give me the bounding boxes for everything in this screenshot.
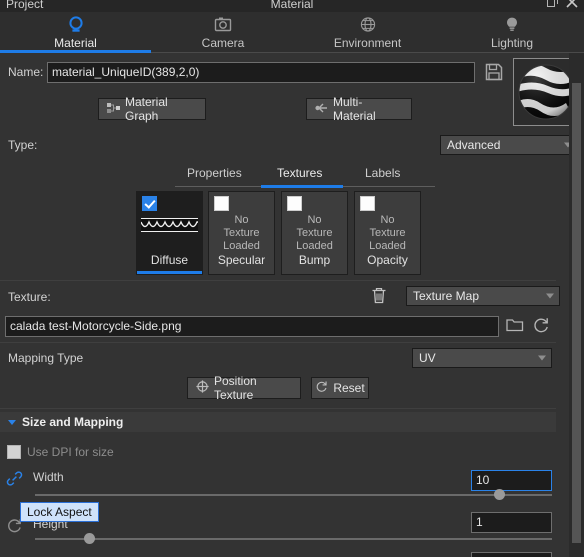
subtab-labels[interactable]: Labels [365,166,400,180]
height-slider-track[interactable] [35,538,552,540]
close-window-icon[interactable] [566,0,578,11]
lock-aspect-tooltip: Lock Aspect [20,502,99,522]
multi-material-label: Multi-Material [333,95,376,123]
material-type-select[interactable]: Advanced [440,135,578,155]
reset-mapping-button[interactable]: Reset [311,377,369,399]
subtab-properties[interactable]: Properties [187,166,242,180]
texture-slot-diffuse-label: Diffuse [150,253,189,267]
mapping-type-label: Mapping Type [8,351,84,365]
use-dpi-checkbox[interactable] [7,445,21,459]
node-graph-icon [107,102,120,117]
trash-icon[interactable] [370,286,388,308]
refresh-icon[interactable] [532,316,550,337]
tab-camera[interactable]: Camera [151,12,295,53]
width-label: Width [33,470,64,484]
diffuse-enable-checkbox[interactable] [142,196,157,211]
save-disk-icon[interactable] [484,62,504,85]
tab-camera-underline [151,50,295,53]
tab-material-underline [0,50,151,53]
use-dpi-label: Use DPI for size [27,445,114,459]
texture-slot-bump-label: Bump [298,253,331,267]
tab-camera-label: Camera [201,36,245,50]
size-and-mapping-label: Size and Mapping [22,415,124,429]
tab-lighting-underline [440,50,584,53]
divider-after-mapping [0,408,556,409]
tab-material[interactable]: Material [0,12,151,53]
tab-material-label: Material [54,36,97,50]
subtab-properties-label: Properties [187,166,242,180]
diffuse-thumbnail [141,218,198,232]
height-input[interactable]: 1 [471,512,552,533]
texture-map-type-value: Texture Map [413,289,480,303]
multi-material-button[interactable]: Multi-Material [306,95,412,123]
window-title-bar: Project Material [0,0,584,12]
material-editor-panel: Project Material Material Camera Environ… [0,0,584,557]
texture-slot-opacity[interactable]: No Texture Loaded Opacity [354,191,421,275]
texture-slot-diffuse-underline [137,271,202,274]
divider-after-slots [0,280,556,281]
tab-environment-underline [295,50,440,53]
size-and-mapping-header[interactable]: Size and Mapping [0,412,556,432]
height-slider-knob[interactable] [84,533,95,544]
crosshair-icon [196,380,209,396]
subtab-textures-label: Textures [277,166,323,180]
folder-open-icon[interactable] [506,317,524,336]
texture-map-type-select[interactable]: Texture Map [406,286,560,306]
width-input[interactable]: 10 [471,470,552,491]
vertical-scrollbar[interactable] [569,53,584,557]
tab-environment[interactable]: Environment [295,12,440,53]
texture-slot-diffuse[interactable]: Diffuse [136,191,203,275]
opacity-enable-checkbox[interactable] [360,196,375,211]
position-texture-label: Position Texture [214,374,257,402]
texture-slot-specular[interactable]: No Texture Loaded Specular [208,191,275,275]
texture-subtab-strip: Properties Textures Labels [175,166,435,190]
subtab-labels-label: Labels [365,166,401,180]
width-slider-track[interactable] [35,494,552,496]
globe-icon [358,15,378,35]
material-name-input[interactable]: material_UniqueID(389,2,0) [47,62,475,83]
tab-lighting-label: Lighting [490,36,534,50]
reset-label: Reset [333,381,365,395]
lock-aspect-tooltip-text: Lock Aspect [27,505,92,519]
restore-window-icon[interactable] [547,0,558,10]
camera-icon [213,15,233,35]
lightbulb-icon [502,15,522,35]
tab-lighting[interactable]: Lighting [440,12,584,53]
next-value-input[interactable] [471,552,552,557]
material-graph-label: Material Graph [125,95,168,123]
subtab-active-underline [261,185,343,188]
chevron-down-icon [8,419,16,425]
bump-empty-label: No Texture Loaded [296,214,333,252]
texture-slot-bump[interactable]: No Texture Loaded Bump [281,191,348,275]
opacity-empty-label: No Texture Loaded [369,214,406,252]
texture-file-input[interactable]: calada test-Motorcycle-Side.png [5,316,499,337]
vertical-scrollbar-thumb[interactable] [572,83,581,543]
branch-icon [315,102,328,117]
chevron-down-icon [546,293,554,299]
texture-slot-specular-label: Specular [217,253,266,267]
material-ball-icon [66,15,86,35]
tab-environment-label: Environment [333,36,402,50]
name-label: Name: [8,65,44,79]
specular-enable-checkbox[interactable] [214,196,229,211]
refresh-icon [315,380,328,396]
texture-label: Texture: [8,290,51,304]
specular-empty-label: No Texture Loaded [223,214,260,252]
bump-enable-checkbox[interactable] [287,196,302,211]
link-chain-icon[interactable] [6,470,23,490]
divider-after-texture [0,342,556,343]
mapping-type-select[interactable]: UV [412,348,552,368]
material-graph-button[interactable]: Material Graph [98,95,206,123]
chevron-down-icon [538,355,546,361]
position-texture-button[interactable]: Position Texture [187,374,301,402]
material-window-title: Material [270,0,314,11]
texture-slot-opacity-label: Opacity [367,253,408,267]
material-type-value: Advanced [447,138,501,152]
mapping-type-value: UV [419,351,436,365]
main-tab-strip: Material Camera Environment Lighting [0,12,584,53]
width-slider-knob[interactable] [494,489,505,500]
subtab-textures[interactable]: Textures [277,166,322,180]
type-label: Type: [8,138,38,152]
